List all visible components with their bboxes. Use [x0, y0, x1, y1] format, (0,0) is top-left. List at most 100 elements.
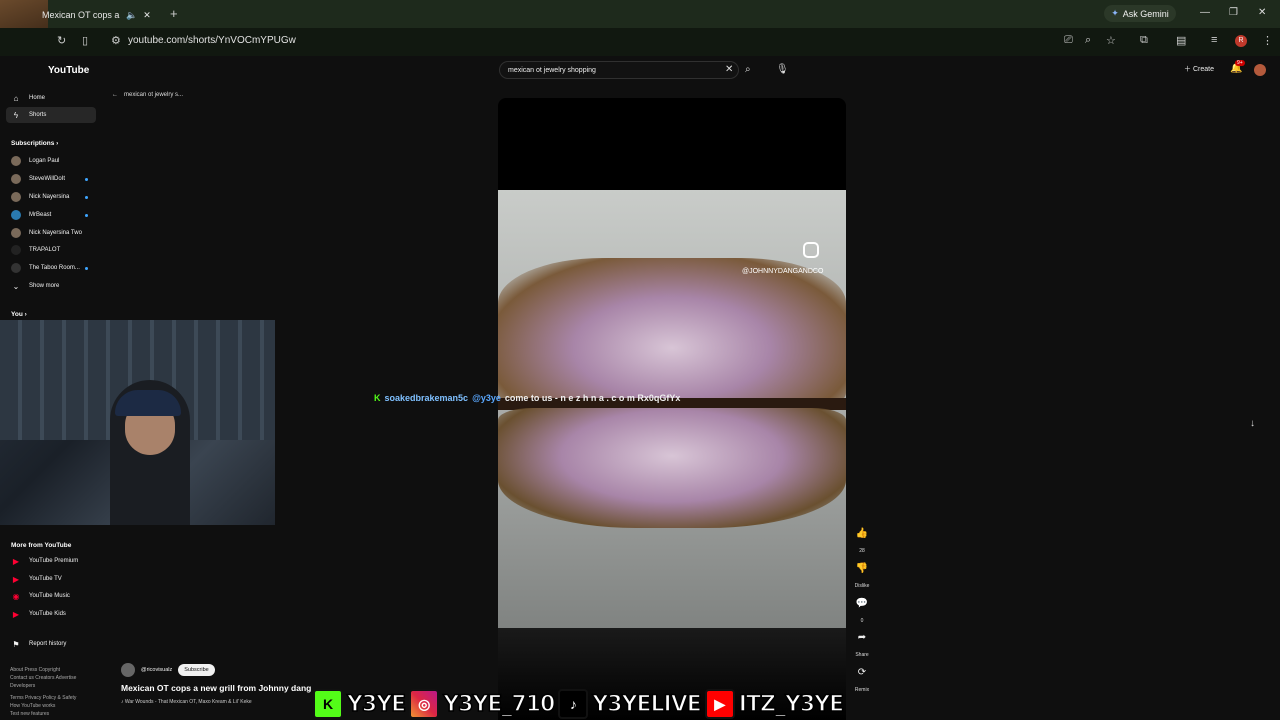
sidebar-item-tv[interactable]: ▶ YouTube TV [6, 571, 96, 587]
new-tab-button[interactable]: + [170, 6, 178, 21]
account-avatar[interactable] [1254, 64, 1266, 76]
browser-tab[interactable]: Mexican OT cops a new 🔈 ✕ [42, 4, 164, 26]
close-tab-icon[interactable]: ✕ [143, 10, 151, 21]
sidebar-item-label: The Taboo Room... [29, 265, 80, 271]
subscribe-button[interactable]: Subscribe [178, 664, 215, 676]
instagram-logo-icon: ◎ [409, 689, 440, 719]
sidebar-item-label: Nick Nayersina [29, 194, 70, 200]
youtube-handle: ITZ_Y3YE [738, 691, 845, 718]
new-content-dot [85, 195, 88, 199]
sidebar-item-label: Show more [29, 283, 60, 289]
sidebar-sub-item[interactable]: SteveWillDoIt [6, 171, 96, 187]
short-video-player[interactable] [498, 98, 846, 720]
channel-avatar[interactable] [121, 663, 135, 677]
next-short-arrow-icon[interactable]: ↓ [1250, 418, 1255, 429]
dislike-icon[interactable]: 👎 [852, 563, 872, 574]
tab-title: Mexican OT cops a new [42, 10, 120, 20]
address-bar[interactable]: youtube.com/shorts/YnVOCmYPUGw [128, 35, 296, 46]
close-window-icon[interactable]: ✕ [1258, 7, 1266, 18]
sidebar-sub-item[interactable]: Nick Nayersina [6, 189, 96, 205]
sidebar-item-label: YouTube Premium [29, 558, 79, 564]
subscriptions-heading[interactable]: Subscriptions › [11, 140, 58, 147]
extensions-icon[interactable]: ⧉ [1140, 34, 1148, 47]
arrow-left-icon: ← [112, 92, 118, 98]
sidebar-item-label: Nick Nayersina Two [29, 230, 82, 236]
gemini-icon: ✦ [1111, 8, 1119, 18]
youtube-premium-icon: ▶ [12, 556, 20, 566]
instagram-watermark-icon [803, 242, 819, 258]
footer-line[interactable]: Terms Privacy Policy & Safety [10, 694, 110, 702]
footer-line[interactable]: How YouTube works [10, 702, 110, 710]
channel-avatar [11, 174, 21, 184]
footer-line[interactable]: Developers [10, 682, 110, 690]
stream-chat-message: K soakedbrakeman5c @y3ye come to us - n … [374, 393, 680, 403]
more-from-youtube-heading: More from YouTube [11, 542, 72, 549]
channel-avatar [11, 228, 21, 238]
media-controls-icon[interactable]: ≡ [1211, 34, 1217, 46]
footer-line[interactable]: About Press Copyright [10, 666, 110, 674]
notifications-bell-icon[interactable]: 🔔 9+ [1230, 60, 1245, 74]
channel-avatar [11, 245, 21, 255]
ask-gemini-button[interactable]: ✦ Ask Gemini [1104, 5, 1176, 22]
minimize-icon[interactable]: — [1200, 7, 1210, 18]
mute-icon[interactable]: 🔈 [126, 10, 137, 21]
sidebar-item-label: YouTube TV [29, 576, 62, 582]
dislike-label: Dislike [854, 583, 870, 589]
like-count: 28 [859, 548, 865, 554]
sidebar-sub-item[interactable]: Nick Nayersina Two [6, 225, 96, 241]
menu-icon[interactable]: ⋮ [1262, 34, 1273, 47]
clear-search-icon[interactable]: ✕ [725, 64, 733, 75]
youtube-music-icon: ◉ [12, 591, 20, 601]
channel-name[interactable]: @ricovisualz [141, 667, 172, 673]
sidebar-item-premium[interactable]: ▶ YouTube Premium [6, 553, 96, 569]
channel-avatar [11, 210, 21, 220]
sidebar-item-report-history[interactable]: ⚑ Report history [6, 636, 96, 652]
bookmark-star-icon[interactable]: ☆ [1106, 34, 1116, 47]
sidebar-item-label: YouTube Music [29, 593, 70, 599]
shorts-icon: ϟ [13, 110, 19, 120]
remix-icon[interactable]: ⟳ [852, 667, 872, 678]
sidebar-item-music[interactable]: ◉ YouTube Music [6, 588, 96, 604]
microphone-icon[interactable]: 🎙 [776, 64, 789, 75]
sidebar-toggle-icon[interactable]: ▯ [82, 34, 88, 47]
chat-text: come to us - n e z h n a . c o m Rx0qGfY… [504, 393, 681, 403]
create-button[interactable]: ＋ Create [1184, 64, 1214, 74]
comment-icon[interactable]: 💬 [852, 598, 872, 609]
ask-gemini-label: Ask Gemini [1122, 8, 1169, 19]
site-info-icon[interactable]: ⚙ [111, 34, 121, 47]
youtube-tv-icon: ▶ [12, 574, 20, 584]
sidebar-sub-item[interactable]: TRAPALOT [6, 242, 96, 258]
create-label: Create [1192, 66, 1214, 73]
reload-icon[interactable]: ↻ [57, 34, 66, 47]
restore-icon[interactable]: ❐ [1229, 7, 1238, 18]
sidebar-item-kids[interactable]: ▶ YouTube Kids [6, 606, 96, 622]
back-to-search[interactable]: ← mexican ot jewelry s... [112, 92, 183, 98]
show-more-button[interactable]: ⌄ Show more [6, 278, 96, 294]
sidebar-sub-item[interactable]: Logan Paul [6, 153, 96, 169]
reading-list-icon[interactable]: ▤ [1176, 34, 1186, 47]
music-credit[interactable]: ♪ War Wounds - That Mexican OT, Maxo Kre… [121, 699, 252, 705]
channel-avatar [11, 263, 21, 273]
sidebar-item-label: Shorts [29, 112, 47, 118]
search-input[interactable]: mexican ot jewelry shopping [499, 61, 739, 79]
sidebar-item-shorts[interactable]: ϟ Shorts [6, 107, 96, 123]
share-icon[interactable]: ➦ [852, 632, 872, 643]
youtube-logo[interactable]: YouTube [48, 65, 89, 76]
search-icon[interactable]: ⌕ [745, 64, 751, 75]
sidebar-sub-item[interactable]: MrBeast [6, 207, 96, 223]
profile-avatar[interactable]: R [1235, 35, 1247, 47]
sidebar-item-label: Home [29, 95, 46, 101]
you-heading[interactable]: You › [11, 311, 27, 318]
chat-username: soakedbrakeman5c [384, 393, 469, 403]
zoom-icon[interactable]: ⌕ [1085, 34, 1091, 47]
channel-avatar [11, 192, 21, 202]
share-label: Share [855, 652, 869, 658]
sidebar-sub-item[interactable]: The Taboo Room... [6, 260, 96, 276]
cast-icon[interactable]: ⎚ [1064, 34, 1073, 47]
sidebar-item-label: TRAPALOT [29, 247, 61, 253]
footer-line[interactable]: Test new features [10, 710, 110, 718]
footer-links: About Press Copyright Contact us Creator… [10, 666, 110, 718]
footer-line[interactable]: Contact us Creators Advertise [10, 674, 110, 682]
sidebar-item-home[interactable]: ⌂ Home [6, 90, 96, 106]
like-icon[interactable]: 👍 [852, 528, 872, 539]
